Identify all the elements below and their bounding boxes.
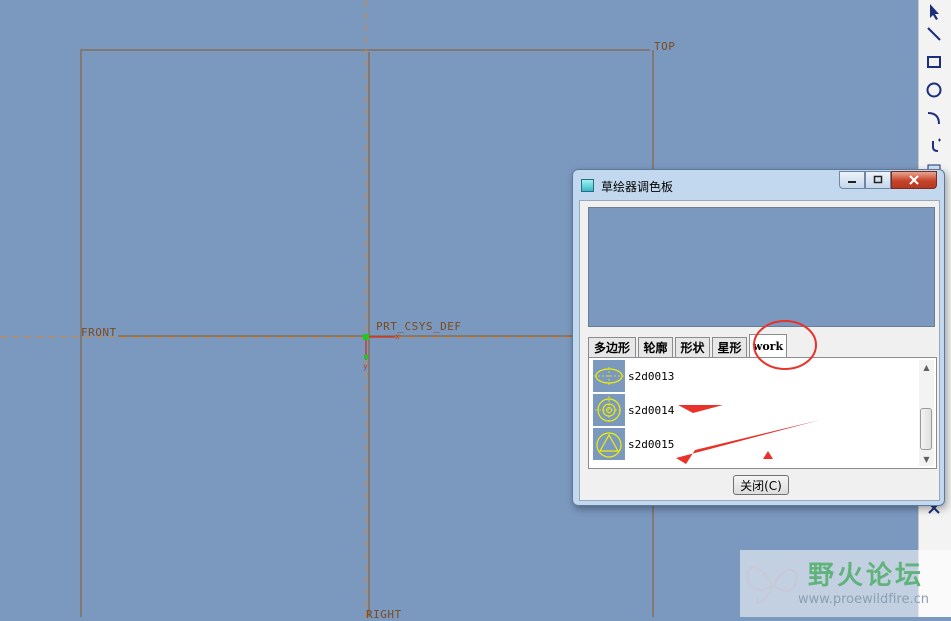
- line-icon[interactable]: [921, 22, 947, 46]
- item-label: s2d0013: [628, 370, 675, 383]
- datum-front-label[interactable]: FRONT: [81, 326, 117, 339]
- watermark-url: www.proewildfire.cn: [798, 592, 929, 607]
- close-button[interactable]: 关闭(C): [733, 475, 789, 495]
- maximize-icon: [873, 175, 883, 184]
- item-label: s2d0014: [628, 404, 675, 417]
- dialog-title-bar[interactable]: 草绘器调色板: [573, 170, 944, 200]
- dialog-title: 草绘器调色板: [601, 180, 674, 194]
- axis-x-label: x: [395, 332, 401, 341]
- select-arrow-icon[interactable]: [921, 0, 947, 24]
- list-item[interactable]: s2d0013: [593, 360, 893, 392]
- butterfly-logo-icon: [746, 566, 798, 604]
- csys-y-point: [364, 355, 368, 359]
- close-icon: [909, 175, 919, 185]
- csys-origin: [363, 334, 369, 340]
- concentric-circles-icon: [593, 394, 625, 426]
- watermark-title: 野火论坛: [808, 561, 925, 591]
- list-item[interactable]: s2d0015: [593, 428, 893, 460]
- tab-star[interactable]: 星形: [712, 337, 747, 357]
- scroll-up-icon[interactable]: ▲: [919, 360, 934, 374]
- minimize-icon: [848, 181, 856, 183]
- fillet-icon[interactable]: [921, 134, 947, 158]
- shape-list: s2d0013 s2d0014 s2d0015 ▲ ▼: [588, 357, 937, 469]
- tab-shape[interactable]: 形状: [675, 337, 710, 357]
- circle-icon[interactable]: [921, 78, 947, 102]
- maximize-button[interactable]: [865, 171, 891, 189]
- rectangle-icon[interactable]: [921, 50, 947, 74]
- datum-right-label[interactable]: RIGHT: [366, 608, 402, 621]
- tab-polygon[interactable]: 多边形: [588, 337, 636, 357]
- close-window-button[interactable]: [891, 171, 937, 189]
- sketcher-palette-dialog: 草绘器调色板 多边形 轮廓 形状 星形 work s2d0013 s2d0014…: [572, 169, 945, 506]
- arc-icon[interactable]: [921, 106, 947, 130]
- list-scrollbar[interactable]: ▲ ▼: [919, 360, 934, 466]
- list-item[interactable]: s2d0014: [593, 394, 893, 426]
- minimize-button[interactable]: [839, 171, 865, 189]
- shape-preview-area: [588, 207, 935, 327]
- dialog-body: 多边形 轮廓 形状 星形 work s2d0013 s2d0014 s2d001…: [579, 200, 940, 501]
- csys-label[interactable]: PRT_CSYS_DEF: [376, 320, 461, 333]
- palette-window-icon: [581, 179, 594, 192]
- scroll-down-icon[interactable]: ▼: [919, 452, 934, 466]
- scroll-thumb[interactable]: [920, 408, 932, 450]
- item-label: s2d0015: [628, 438, 675, 451]
- datum-top-label[interactable]: TOP: [654, 40, 675, 53]
- triangle-in-circle-icon: [593, 428, 625, 460]
- axis-y-label: y: [363, 362, 369, 371]
- tab-work[interactable]: work: [749, 334, 787, 357]
- forum-watermark: 野火论坛 www.proewildfire.cn: [740, 550, 951, 617]
- tab-profile[interactable]: 轮廓: [638, 337, 673, 357]
- ellipse-shape-icon: [593, 360, 625, 392]
